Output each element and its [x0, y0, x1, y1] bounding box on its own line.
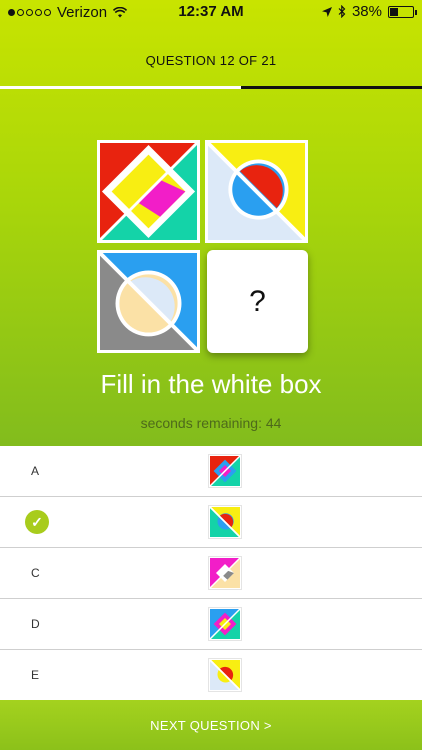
answer-letter: C	[31, 566, 40, 580]
blank-answer-box: ?	[207, 250, 308, 353]
next-question-button[interactable]: NEXT QUESTION >	[0, 700, 422, 750]
answer-thumbnail-d	[209, 608, 241, 640]
puzzle-tile-1	[97, 140, 200, 243]
answer-option-c[interactable]: C	[0, 548, 422, 599]
battery-percent: 38%	[351, 3, 382, 20]
puzzle-tile-3	[97, 250, 200, 353]
answer-thumbnail-c	[209, 557, 241, 589]
battery-icon	[388, 5, 417, 18]
answer-option-e[interactable]: E	[0, 650, 422, 701]
question-prompt: Fill in the white box	[100, 369, 322, 399]
puzzle-grid: ?	[97, 140, 309, 354]
selected-checkmark-icon: ✓	[25, 510, 49, 534]
bluetooth-icon	[338, 5, 346, 18]
answer-thumbnail-b	[209, 506, 241, 538]
question-panel: Verizon 12:37 AM 38% QUESTION 12 OF 21 ?…	[0, 0, 422, 446]
answer-letter: A	[31, 464, 40, 478]
question-counter: QUESTION 12 OF 21	[145, 53, 277, 68]
answer-option-d[interactable]: D	[0, 599, 422, 650]
status-bar: Verizon 12:37 AM 38%	[0, 0, 422, 24]
answer-letter: D	[31, 617, 40, 631]
answer-thumbnail-e	[209, 659, 241, 691]
answer-thumbnail-a	[209, 455, 241, 487]
location-arrow-icon	[321, 6, 332, 17]
progress-fill	[0, 86, 242, 89]
answer-option-b[interactable]: ✓	[0, 497, 422, 548]
countdown-timer: seconds remaining: 44	[140, 415, 282, 431]
answer-list: A ✓ C D E	[0, 446, 422, 701]
answer-letter: E	[31, 668, 40, 682]
progress-bar	[0, 86, 422, 89]
puzzle-tile-2	[205, 140, 308, 243]
answer-option-a[interactable]: A	[0, 446, 422, 497]
